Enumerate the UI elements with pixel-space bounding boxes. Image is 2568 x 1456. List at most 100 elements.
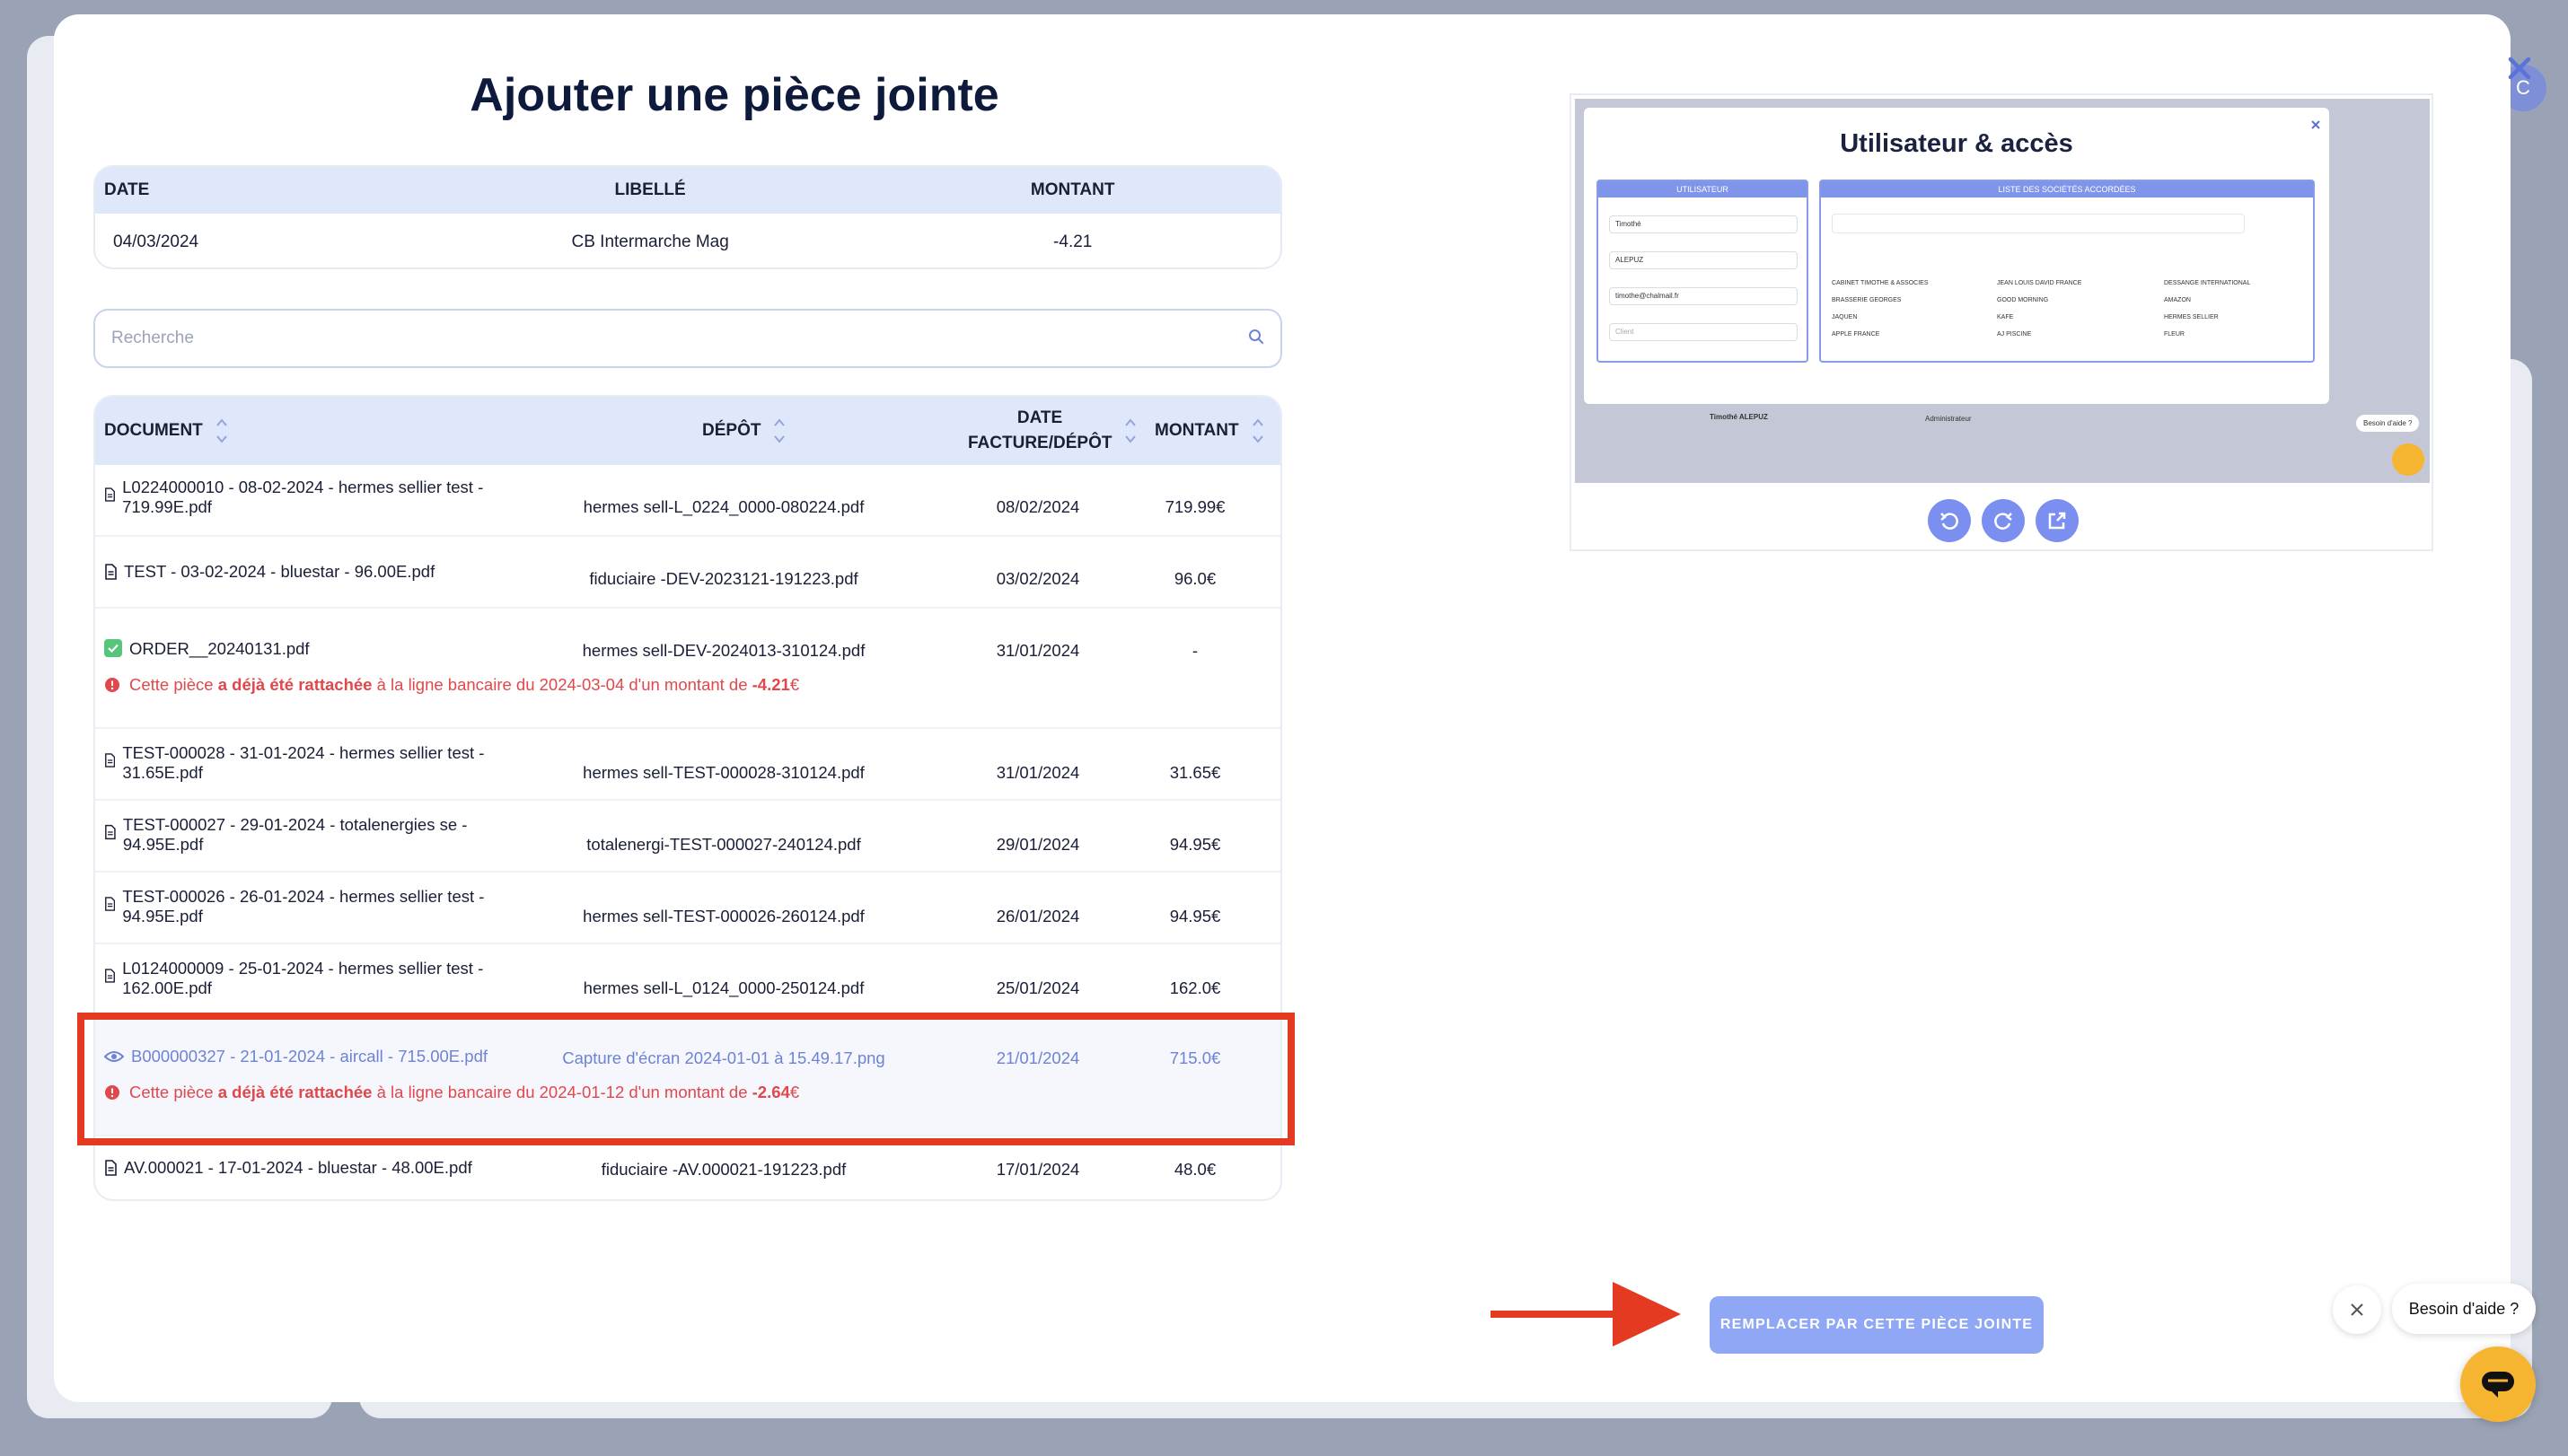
warning-amount: -4.21 [752, 675, 790, 694]
preview-help-icon [2392, 443, 2424, 476]
document-icon [105, 564, 117, 580]
deposit-name: hermes sell-TEST-000026-260124.pdf [583, 907, 865, 925]
document-icon [105, 1160, 117, 1176]
warning-suffix: € [789, 1083, 800, 1101]
table-row-selected[interactable]: B000000327 - 21-01-2024 - aircall - 715.… [95, 1016, 1280, 1136]
table-row[interactable]: TEST-000026 - 26-01-2024 - hermes sellie… [95, 873, 1280, 944]
preview-company: AMAZON [2164, 297, 2191, 303]
document-date: 03/02/2024 [996, 569, 1080, 588]
sort-icon[interactable] [215, 415, 228, 447]
warning-suffix: € [789, 675, 800, 694]
table-row[interactable]: AV.000021 - 17-01-2024 - bluestar - 48.0… [95, 1136, 1280, 1199]
preview-field: ALEPUZ [1609, 251, 1798, 269]
document-amount: 31.65€ [1169, 763, 1221, 782]
document-icon [105, 753, 116, 767]
document-name: AV.000021 - 17-01-2024 - bluestar - 48.0… [124, 1158, 472, 1177]
sort-icon[interactable] [773, 415, 786, 447]
warning-text: Cette pièce a déjà été rattachée à la li… [129, 675, 799, 695]
preview-field: Client [1609, 323, 1798, 341]
checkbox-checked-icon[interactable] [104, 639, 122, 657]
column-document[interactable]: DOCUMENT [104, 397, 228, 465]
page-title: Ajouter une pièce jointe [470, 69, 999, 121]
column-amount[interactable]: MONTANT [1155, 397, 1264, 465]
document-cell[interactable]: L0224000010 - 08-02-2024 - hermes sellie… [104, 478, 517, 517]
preview-company-column: DESSANGE INTERNATIONAL AMAZON HERMES SEL… [2164, 275, 2299, 343]
document-name: L0224000010 - 08-02-2024 - hermes sellie… [122, 478, 484, 516]
header-date: DATE [104, 180, 150, 199]
column-date[interactable]: DATE FACTURE/DÉPÔT [968, 397, 1137, 465]
help-close-icon[interactable] [2333, 1285, 2381, 1334]
document-amount: 94.95€ [1169, 835, 1221, 854]
close-icon[interactable] [2502, 50, 2537, 86]
document-cell[interactable]: B000000327 - 21-01-2024 - aircall - 715.… [104, 1047, 517, 1066]
search-icon[interactable] [1248, 329, 1264, 349]
preview-user-panel: UTILISATEUR Timothé ALEPUZ timothe@chalm… [1596, 180, 1808, 363]
attachment-modal: Ajouter une pièce jointe DATE LIBELLÉ MO… [54, 14, 2531, 1402]
preview-company: DESSANGE INTERNATIONAL [2164, 280, 2251, 286]
warning-prefix: Cette pièce [129, 1083, 218, 1101]
rotate-left-icon[interactable] [1928, 499, 1971, 542]
document-cell[interactable]: AV.000021 - 17-01-2024 - bluestar - 48.0… [104, 1158, 517, 1178]
table-row[interactable]: L0224000010 - 08-02-2024 - hermes sellie… [95, 465, 1280, 537]
document-cell[interactable]: TEST-000028 - 31-01-2024 - hermes sellie… [104, 743, 517, 783]
column-deposit-label: DÉPÔT [702, 421, 761, 440]
preview-title: Utilisateur & accès [1840, 129, 2073, 158]
transaction-date: 04/03/2024 [113, 232, 199, 251]
preview-company: JAQUEN [1832, 314, 1858, 320]
warning-bold: a déjà été rattachée [217, 1083, 373, 1101]
deposit-name: totalenergi-TEST-000027-240124.pdf [586, 835, 861, 854]
column-document-label: DOCUMENT [104, 421, 203, 440]
document-cell[interactable]: TEST-000026 - 26-01-2024 - hermes sellie… [104, 887, 517, 926]
preview-company-column: JEAN LOUIS DAVID FRANCE GOOD MORNING KAF… [1997, 275, 2150, 343]
table-row[interactable]: L0124000009 - 25-01-2024 - hermes sellie… [95, 944, 1280, 1016]
header-label: LIBELLÉ [614, 180, 686, 199]
deposit-name: hermes sell-TEST-000028-310124.pdf [583, 763, 865, 782]
deposit-name: hermes sell-L_0224_0000-080224.pdf [583, 497, 865, 516]
document-name: L0124000009 - 25-01-2024 - hermes sellie… [122, 959, 484, 997]
warning-middle: à la ligne bancaire du 2024-03-04 d'un m… [372, 675, 752, 694]
document-cell[interactable]: TEST - 03-02-2024 - bluestar - 96.00E.pd… [104, 562, 517, 582]
document-name: B000000327 - 21-01-2024 - aircall - 715.… [131, 1047, 488, 1066]
document-amount: 162.0€ [1169, 978, 1221, 997]
open-external-icon[interactable] [2036, 499, 2079, 542]
transaction-row: 04/03/2024 CB Intermarche Mag -4.21 [95, 214, 1280, 268]
document-name: TEST-000027 - 29-01-2024 - totalenergies… [122, 815, 468, 854]
preview-company: APPLE FRANCE [1832, 331, 1880, 338]
alert-icon [105, 678, 119, 692]
sort-icon[interactable] [1252, 415, 1264, 447]
document-amount: 94.95€ [1169, 907, 1221, 925]
preview-image: Utilisateur & accès UTILISATEUR Timothé … [1575, 99, 2430, 483]
preview-company: GOOD MORNING [1997, 297, 2049, 303]
document-cell[interactable]: L0124000009 - 25-01-2024 - hermes sellie… [104, 959, 517, 998]
preview-user-row-name: Timothé ALEPUZ [1710, 413, 1768, 421]
column-deposit[interactable]: DÉPÔT [702, 397, 786, 465]
table-row[interactable]: TEST-000028 - 31-01-2024 - hermes sellie… [95, 729, 1280, 801]
deposit-name: Capture d'écran 2024-01-01 à 15.49.17.pn… [562, 1048, 885, 1067]
eye-icon[interactable] [104, 1049, 124, 1064]
document-icon [105, 487, 115, 502]
deposit-name: fiduciaire -AV.000021-191223.pdf [601, 1160, 847, 1179]
document-date: 17/01/2024 [996, 1160, 1080, 1179]
search-box[interactable] [93, 309, 1282, 368]
document-date: 26/01/2024 [996, 907, 1080, 925]
document-cell[interactable]: TEST-000027 - 29-01-2024 - totalenergies… [104, 815, 517, 855]
table-row[interactable]: TEST-000027 - 29-01-2024 - totalenergies… [95, 801, 1280, 873]
column-amount-label: MONTANT [1155, 421, 1239, 440]
table-row[interactable]: ORDER__20240131.pdf hermes sell-DEV-2024… [95, 609, 1280, 729]
preview-modal: Utilisateur & accès UTILISATEUR Timothé … [1584, 108, 2329, 404]
chat-icon[interactable] [2460, 1346, 2536, 1422]
document-date: 31/01/2024 [996, 763, 1080, 782]
document-icon [105, 969, 115, 983]
help-bubble[interactable]: Besoin d'aide ? [2392, 1284, 2536, 1334]
replace-attachment-button[interactable]: REMPLACER PAR CETTE PIÈCE JOINTE [1710, 1296, 2044, 1354]
preview-field: timothe@chalmail.fr [1609, 287, 1798, 305]
warning-middle: à la ligne bancaire du 2024-01-12 d'un m… [372, 1083, 752, 1101]
document-cell[interactable]: ORDER__20240131.pdf [104, 639, 517, 659]
sort-icon[interactable] [1124, 415, 1137, 447]
table-row[interactable]: TEST - 03-02-2024 - bluestar - 96.00E.pd… [95, 537, 1280, 609]
transaction-summary: DATE LIBELLÉ MONTANT 04/03/2024 CB Inter… [93, 165, 1282, 269]
document-date: 08/02/2024 [996, 497, 1080, 516]
search-input[interactable] [111, 329, 1248, 348]
rotate-right-icon[interactable] [1982, 499, 2025, 542]
document-name: ORDER__20240131.pdf [129, 639, 310, 658]
